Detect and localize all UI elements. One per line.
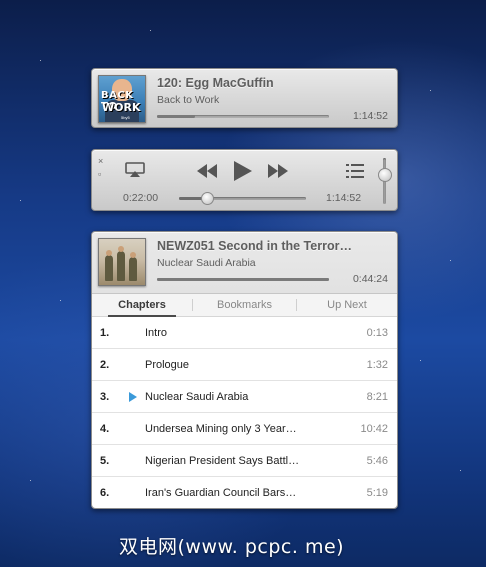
artwork-soldier [105,255,113,281]
artwork-soldier [117,251,125,281]
chapter-time: 5:19 [366,487,388,499]
chapter-row[interactable]: 4. Undersea Mining only 3 Year… 10:42 [92,413,397,445]
chapter-row-playing[interactable]: 3. Nuclear Saudi Arabia 8:21 [92,381,397,413]
rewind-icon[interactable] [196,163,218,179]
episode-progress-fill [157,278,329,281]
chapter-number: 3. [100,391,110,403]
tab-chapters[interactable]: Chapters [92,294,192,317]
play-icon[interactable] [233,160,253,182]
tab-up-next[interactable]: Up Next [297,294,397,316]
airplay-icon[interactable] [125,162,145,178]
episode-duration: 0:44:24 [352,273,388,285]
chapter-name: Nigerian President Says Battl… [145,455,300,467]
episode-artwork[interactable] [98,238,146,286]
chapter-time: 8:21 [366,391,388,403]
chapter-name: Intro [145,327,168,339]
list-icon[interactable] [346,164,364,178]
podcast-name: Back to Work [157,94,220,106]
now-playing-icon [129,392,137,402]
podcast-artwork[interactable]: BACK TO WORK 5by5 [98,75,146,123]
artwork-text-line3: 5by5 [121,115,130,120]
chapter-row[interactable]: 5. Nigerian President Says Battl… 5:46 [92,445,397,477]
chapter-time: 0:13 [366,327,388,339]
volume-slider[interactable] [375,158,395,204]
chapter-row[interactable]: 2. Prologue 1:32 [92,349,397,381]
chapter-list: 1. Intro 0:13 2. Prologue 1:32 3. Nuclea… [92,317,397,508]
chapter-row[interactable]: 1. Intro 0:13 [92,317,397,349]
chapter-name: Nuclear Saudi Arabia [145,391,249,403]
artwork-soldier-head [106,250,112,256]
episode-title: 120: Egg MacGuffin [157,76,274,90]
episode-chapters-panel: NEWZ051 Second in the Terror… Nuclear Sa… [91,231,398,509]
artwork-text-line2: WORK [102,101,141,114]
seek-bar[interactable] [179,192,306,205]
episode-duration: 1:14:52 [352,110,388,122]
artwork-soldier [129,257,137,281]
chapter-time: 10:42 [360,423,388,435]
tab-bar: Chapters Bookmarks Up Next [92,293,397,317]
minimize-icon[interactable]: ▫ [98,170,101,179]
episode-progress-fill [157,115,195,118]
chapter-time: 5:46 [366,455,388,467]
volume-knob[interactable] [378,168,392,183]
mini-player-panel: BACK TO WORK 5by5 120: Egg MacGuffin Bac… [91,68,398,128]
transport-controls-panel: × ▫ 0:22:00 1:14:52 [91,149,398,211]
chapter-row[interactable]: 6. Iran's Guardian Council Bars… 5:19 [92,477,397,508]
fast-forward-icon[interactable] [267,163,289,179]
total-time: 1:14:52 [326,192,362,204]
chapter-number: 6. [100,487,110,499]
watermark-text: 双电网(www. pcpc. me) [119,536,345,558]
elapsed-time: 0:22:00 [123,192,159,204]
episode-progress-bar[interactable] [157,115,329,118]
chapter-time: 1:32 [366,359,388,371]
chapter-number: 2. [100,359,110,371]
close-icon[interactable]: × [98,157,103,166]
chapter-number: 5. [100,455,110,467]
episode-title: NEWZ051 Second in the Terror… [157,239,352,253]
chapter-name: Undersea Mining only 3 Year… [145,423,297,435]
tab-bookmarks[interactable]: Bookmarks [193,294,296,316]
chapter-name: Iran's Guardian Council Bars… [145,487,297,499]
episode-progress-bar[interactable] [157,278,329,281]
seek-knob[interactable] [200,192,214,205]
chapter-number: 4. [100,423,110,435]
artwork-soldier-head [118,246,124,252]
chapter-number: 1. [100,327,110,339]
chapter-name: Prologue [145,359,190,371]
artwork-soldier-head [130,252,136,258]
current-chapter-name: Nuclear Saudi Arabia [157,257,256,269]
